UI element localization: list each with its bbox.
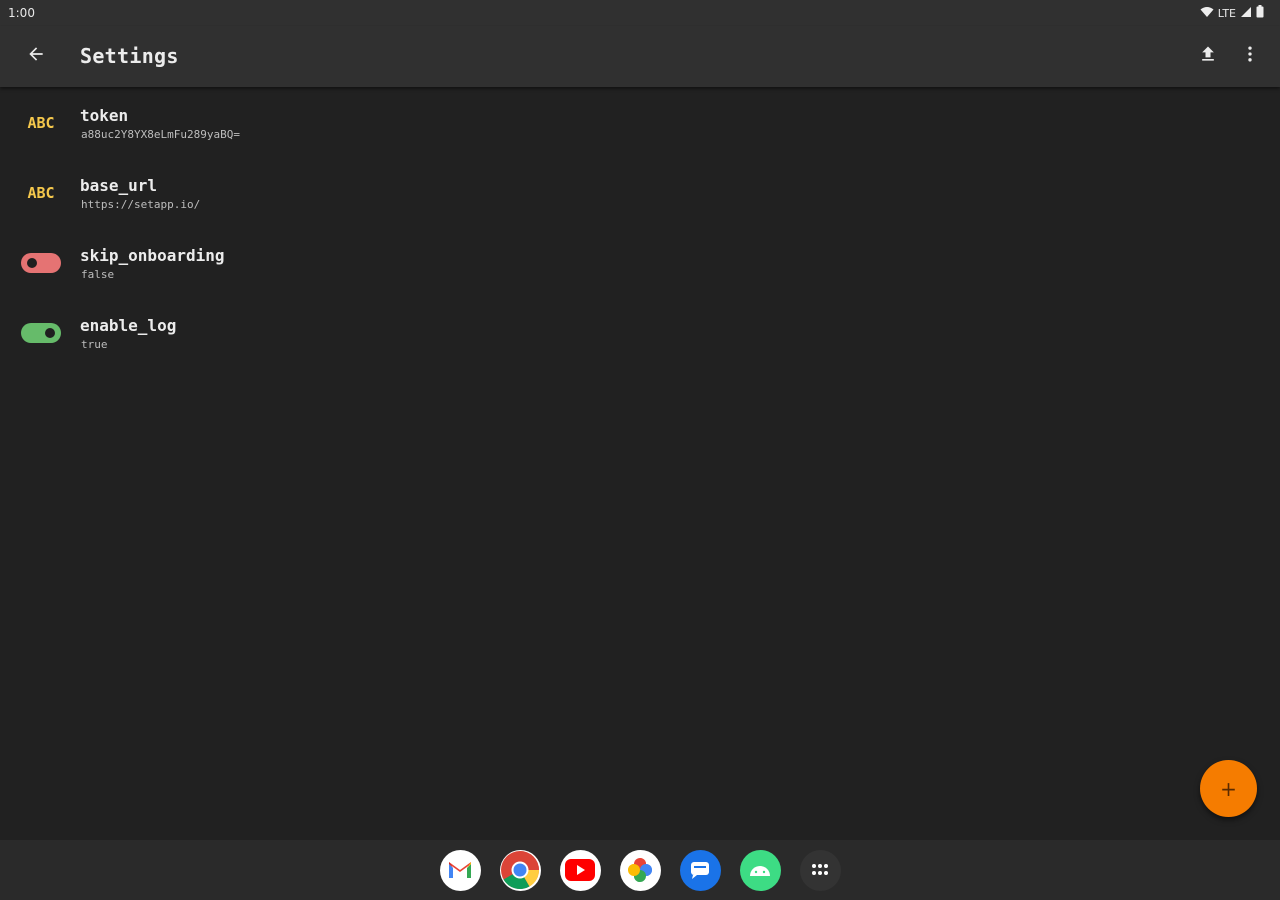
app-drawer-icon[interactable] xyxy=(799,849,841,891)
abc-icon: ABC xyxy=(27,184,55,202)
toggle-off-icon-wrap xyxy=(20,250,62,276)
chrome-icon[interactable] xyxy=(499,849,541,891)
setting-value: false xyxy=(81,268,115,281)
setting-key: base_url xyxy=(80,176,158,195)
youtube-icon[interactable] xyxy=(559,849,601,891)
setting-value: true xyxy=(81,338,108,351)
toggle-off-icon xyxy=(21,253,61,273)
arrow-back-icon xyxy=(26,44,46,68)
app-bar: Settings xyxy=(0,26,1280,87)
taskbar xyxy=(0,840,1280,900)
messages-icon[interactable] xyxy=(679,849,721,891)
setting-key: enable_log xyxy=(80,316,177,335)
setting-row-token[interactable]: ABC token a88uc2Y8YX8eLmFu289yaBQ= xyxy=(0,88,1280,158)
photos-icon[interactable] xyxy=(619,849,661,891)
plus-icon: + xyxy=(1220,776,1237,801)
toggle-on-icon xyxy=(21,323,61,343)
page-title: Settings xyxy=(80,44,179,68)
settings-list: ABC token a88uc2Y8YX8eLmFu289yaBQ= ABC b… xyxy=(0,88,1280,368)
upload-icon xyxy=(1198,44,1218,68)
export-button[interactable] xyxy=(1190,38,1226,74)
toggle-on-icon-wrap xyxy=(20,320,62,346)
status-bar: 1:00 LTE xyxy=(0,0,1280,26)
setting-key: token xyxy=(80,106,129,125)
status-icons: LTE xyxy=(1200,5,1264,21)
status-time: 1:00 xyxy=(8,6,35,20)
setting-row-skip-onboarding[interactable]: skip_onboarding false xyxy=(0,228,1280,298)
add-setting-button[interactable]: + xyxy=(1200,760,1257,817)
toggle-knob xyxy=(27,258,37,268)
network-type: LTE xyxy=(1217,6,1236,20)
overflow-menu-button[interactable] xyxy=(1232,38,1268,74)
setting-row-base-url[interactable]: ABC base_url https://setapp.io/ xyxy=(0,158,1280,228)
android-icon[interactable] xyxy=(739,849,781,891)
abc-icon: ABC xyxy=(27,114,55,132)
back-button[interactable] xyxy=(16,36,56,76)
gmail-icon[interactable] xyxy=(439,849,481,891)
toggle-knob xyxy=(45,328,55,338)
battery-icon xyxy=(1256,5,1264,21)
setting-value: https://setapp.io/ xyxy=(81,198,201,211)
setting-key: skip_onboarding xyxy=(80,246,225,265)
setting-value: a88uc2Y8YX8eLmFu289yaBQ= xyxy=(81,128,240,141)
setting-row-enable-log[interactable]: enable_log true xyxy=(0,298,1280,368)
wifi-icon xyxy=(1200,6,1214,21)
signal-icon xyxy=(1240,6,1252,21)
more-vert-icon xyxy=(1240,44,1260,68)
